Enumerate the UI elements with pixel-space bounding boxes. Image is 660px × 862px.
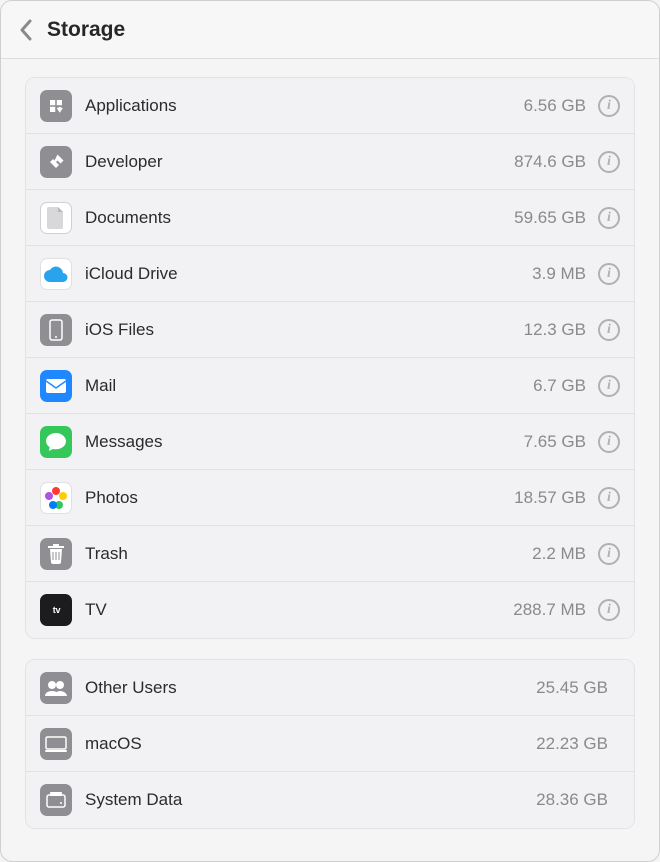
ios-files-icon [40, 314, 72, 346]
system-data-icon [40, 784, 72, 816]
row-size: 18.57 GB [514, 488, 586, 508]
info-button[interactable]: i [598, 263, 620, 285]
row-label: Mail [85, 376, 533, 396]
header: Storage [1, 1, 659, 59]
info-button[interactable]: i [598, 207, 620, 229]
chevron-left-icon [19, 19, 33, 41]
row-size: 59.65 GB [514, 208, 586, 228]
photos-icon [40, 482, 72, 514]
info-button[interactable]: i [598, 319, 620, 341]
info-button[interactable]: i [598, 375, 620, 397]
mail-icon [40, 370, 72, 402]
info-button[interactable]: i [598, 599, 620, 621]
trash-icon [40, 538, 72, 570]
row-label: iCloud Drive [85, 264, 532, 284]
row-macos[interactable]: macOS 22.23 GB [26, 716, 634, 772]
storage-window: Storage Applications 6.56 GB i Developer… [0, 0, 660, 862]
row-label: TV [85, 600, 513, 620]
storage-group: Applications 6.56 GB i Developer 874.6 G… [25, 77, 635, 639]
row-ios-files[interactable]: iOS Files 12.3 GB i [26, 302, 634, 358]
row-label: Documents [85, 208, 514, 228]
row-label: macOS [85, 734, 536, 754]
info-button[interactable]: i [598, 543, 620, 565]
tv-icon: tv [40, 594, 72, 626]
row-applications[interactable]: Applications 6.56 GB i [26, 78, 634, 134]
row-trash[interactable]: Trash 2.2 MB i [26, 526, 634, 582]
messages-icon [40, 426, 72, 458]
row-icloud-drive[interactable]: iCloud Drive 3.9 MB i [26, 246, 634, 302]
row-mail[interactable]: Mail 6.7 GB i [26, 358, 634, 414]
row-label: System Data [85, 790, 536, 810]
row-label: Photos [85, 488, 514, 508]
macos-icon [40, 728, 72, 760]
row-label: Applications [85, 96, 524, 116]
row-size: 6.56 GB [524, 96, 586, 116]
row-size: 288.7 MB [513, 600, 586, 620]
row-label: Trash [85, 544, 532, 564]
row-size: 874.6 GB [514, 152, 586, 172]
row-size: 25.45 GB [536, 678, 608, 698]
row-documents[interactable]: Documents 59.65 GB i [26, 190, 634, 246]
row-messages[interactable]: Messages 7.65 GB i [26, 414, 634, 470]
row-tv[interactable]: tv TV 288.7 MB i [26, 582, 634, 638]
applications-icon [40, 90, 72, 122]
documents-icon [40, 202, 72, 234]
info-button[interactable]: i [598, 487, 620, 509]
row-other-users[interactable]: Other Users 25.45 GB [26, 660, 634, 716]
info-button[interactable]: i [598, 431, 620, 453]
storage-group: Other Users 25.45 GB macOS 22.23 GB Syst… [25, 659, 635, 829]
row-label: iOS Files [85, 320, 524, 340]
row-size: 12.3 GB [524, 320, 586, 340]
row-size: 6.7 GB [533, 376, 586, 396]
row-size: 2.2 MB [532, 544, 586, 564]
row-size: 3.9 MB [532, 264, 586, 284]
icloud-icon [40, 258, 72, 290]
row-label: Messages [85, 432, 524, 452]
row-photos[interactable]: Photos 18.57 GB i [26, 470, 634, 526]
row-label: Developer [85, 152, 514, 172]
row-size: 28.36 GB [536, 790, 608, 810]
row-label: Other Users [85, 678, 536, 698]
row-size: 22.23 GB [536, 734, 608, 754]
info-button[interactable]: i [598, 151, 620, 173]
info-button[interactable]: i [598, 95, 620, 117]
developer-icon [40, 146, 72, 178]
page-title: Storage [47, 18, 125, 42]
content: Applications 6.56 GB i Developer 874.6 G… [1, 59, 659, 847]
other-users-icon [40, 672, 72, 704]
row-system-data[interactable]: System Data 28.36 GB [26, 772, 634, 828]
back-button[interactable] [19, 19, 33, 41]
row-developer[interactable]: Developer 874.6 GB i [26, 134, 634, 190]
row-size: 7.65 GB [524, 432, 586, 452]
